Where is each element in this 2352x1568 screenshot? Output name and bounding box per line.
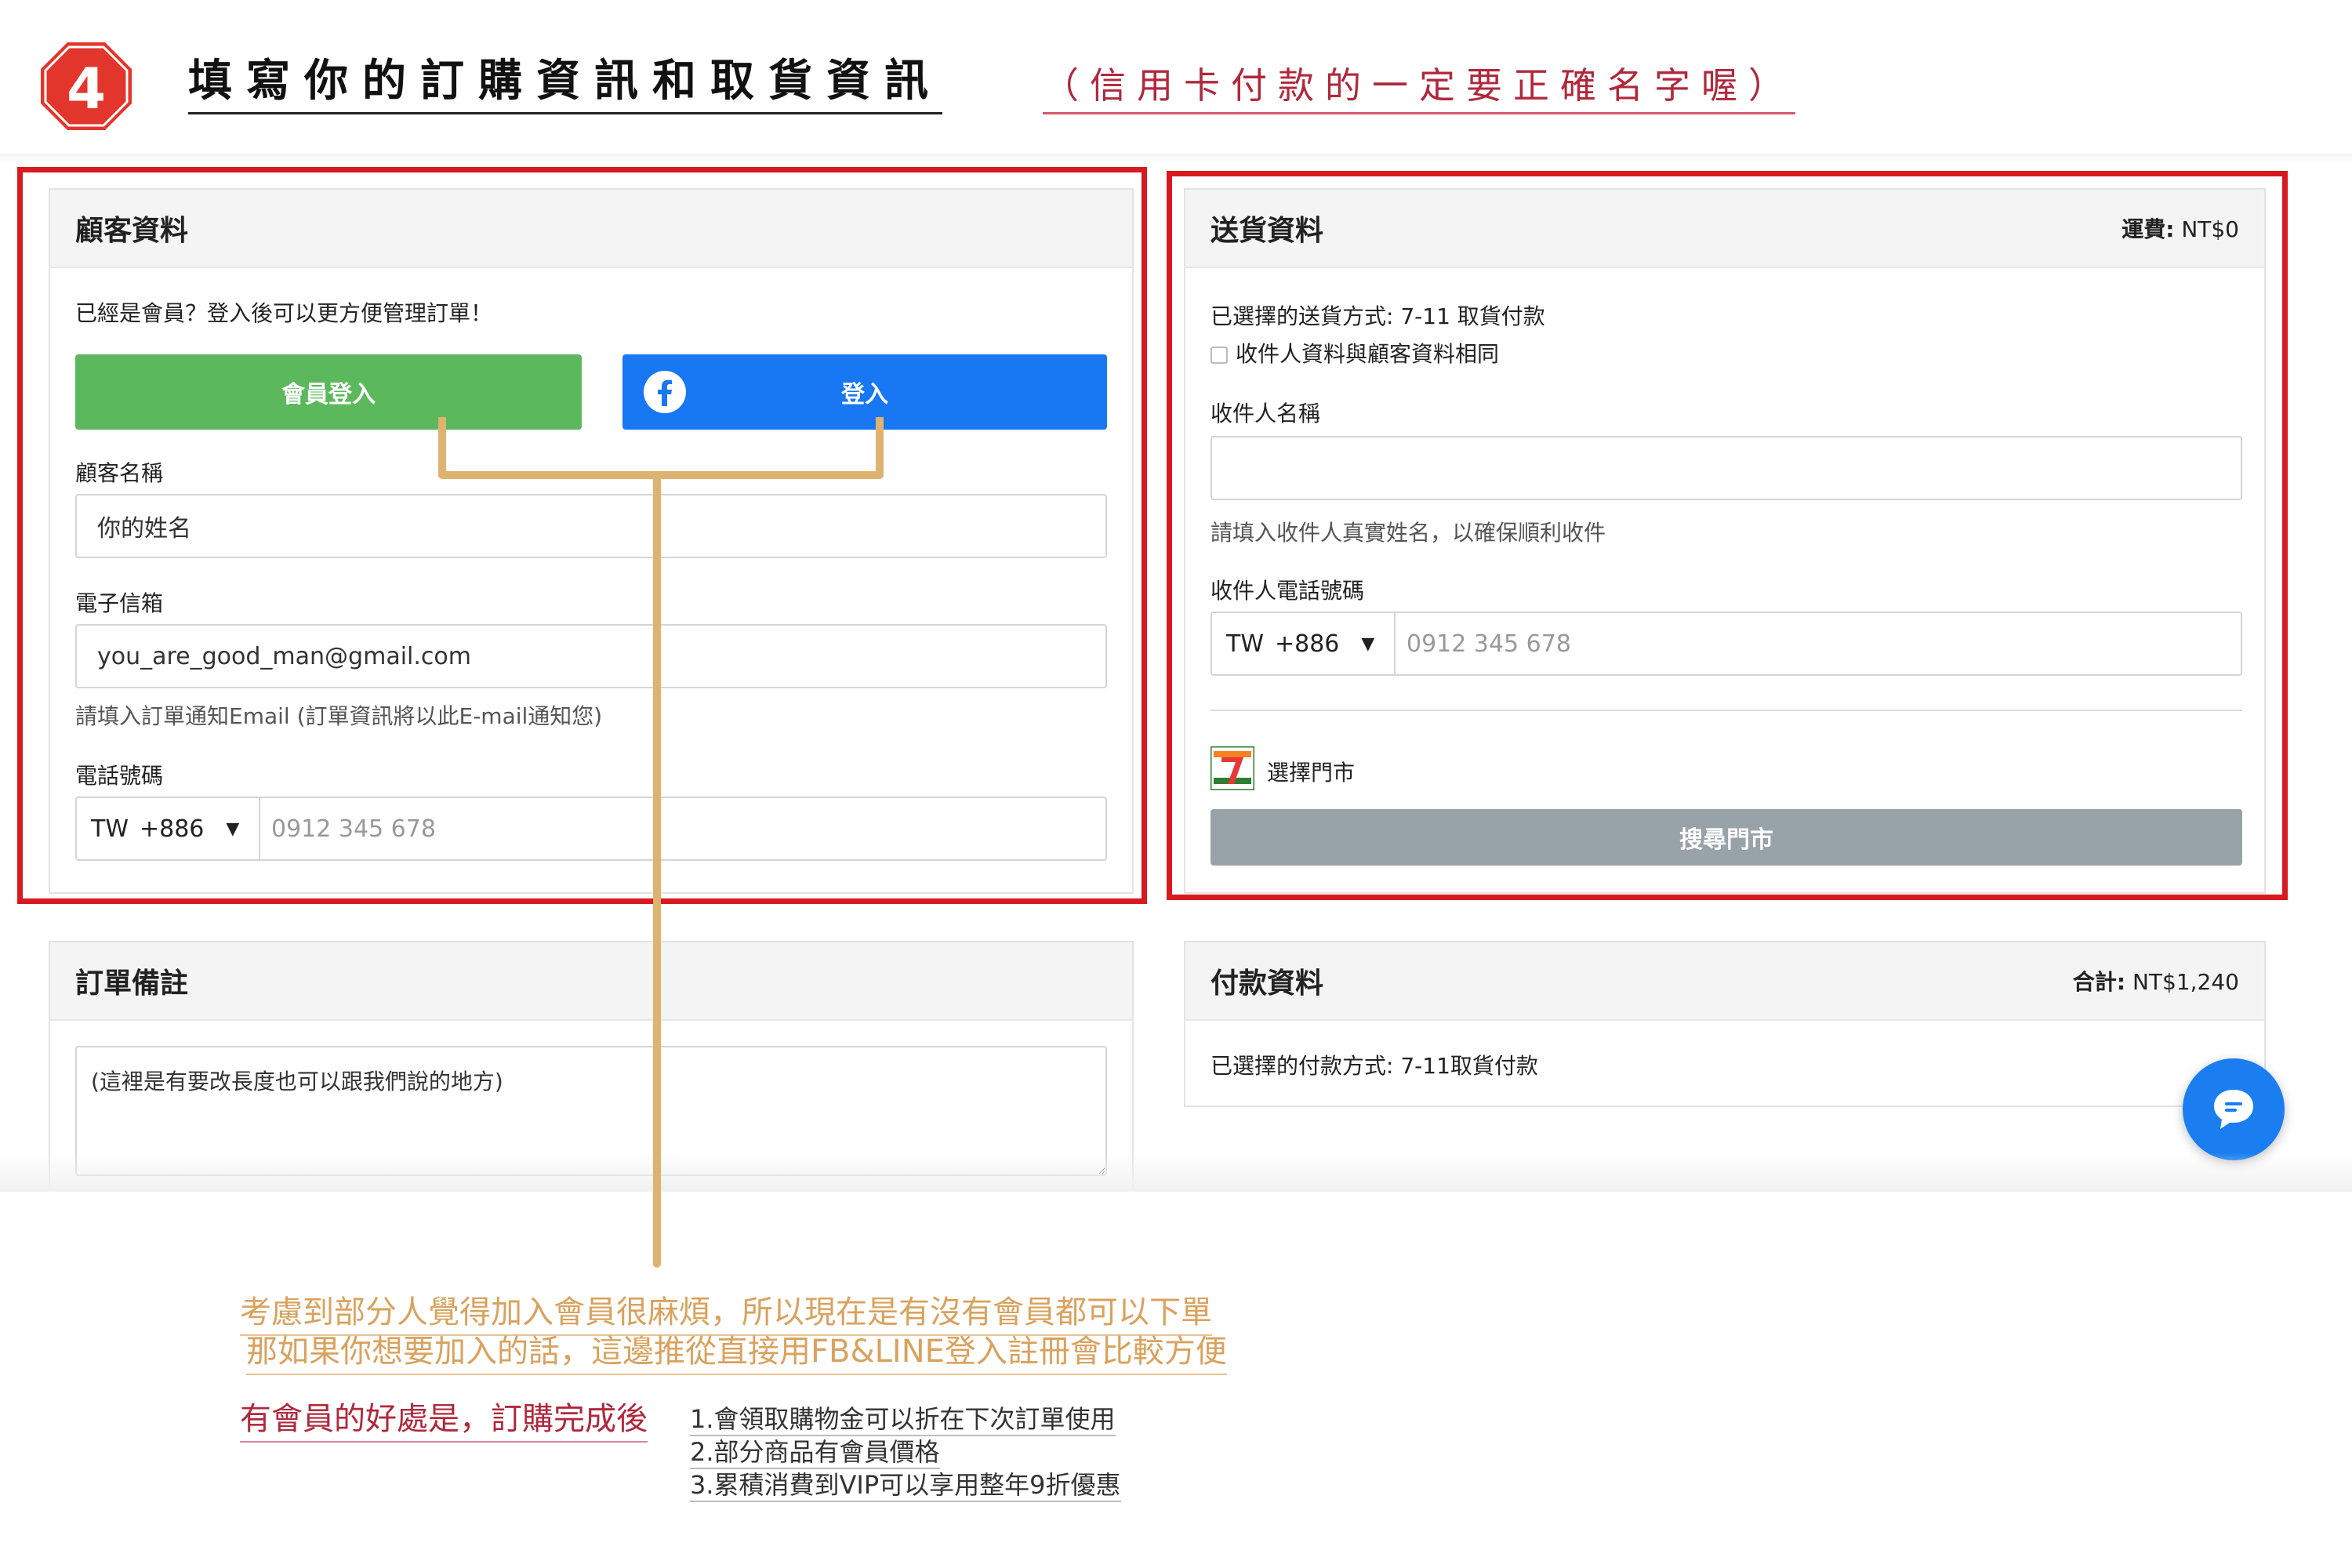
customer-name-field[interactable]: 你的姓名	[75, 494, 1107, 558]
caret-down-icon: ▼	[1361, 633, 1375, 654]
same-as-customer-row[interactable]: 收件人資料與顧客資料相同	[1210, 337, 1499, 368]
chat-button[interactable]	[2183, 1058, 2285, 1160]
search-store-button[interactable]: 搜尋門市	[1210, 809, 2242, 866]
member-login-button[interactable]: 會員登入	[75, 354, 582, 430]
delivery-panel-header: 送貨資料 運費: NT$0	[1185, 190, 2264, 268]
caret-down-icon: ▼	[226, 818, 240, 839]
email-hint: 請填入訂單通知Email (訂單資訊將以此E-mail通知您)	[75, 703, 603, 729]
payment-panel: 付款資料 合計: NT$1,240 已選擇的付款方式: 7-11取貨付款	[1184, 941, 2266, 1107]
customer-name-value: 你的姓名	[97, 515, 191, 543]
recipient-country-code-dial: +886	[1275, 630, 1340, 658]
recipient-phone-input[interactable]	[1405, 629, 2241, 659]
search-store-label: 搜尋門市	[1679, 826, 1773, 854]
email-label: 電子信箱	[75, 590, 164, 616]
phone-number	[260, 798, 1105, 859]
delivery-divider	[1210, 710, 2242, 711]
payment-method: 已選擇的付款方式: 7-11取貨付款	[1210, 1053, 1538, 1079]
octagon-number-icon: 4	[41, 42, 132, 130]
recipient-phone-number	[1396, 613, 2241, 674]
shipping-fee-value: NT$0	[2181, 216, 2239, 242]
country-code-dial: +886	[140, 815, 205, 843]
payment-total-value: NT$1,240	[2132, 969, 2239, 995]
delivery-method: 已選擇的送貨方式: 7-11 取貨付款	[1210, 303, 1545, 329]
delivery-panel-title: 送貨資料	[1210, 215, 1324, 247]
recipient-name-field[interactable]	[1210, 436, 2242, 500]
annotation-line-1: 考慮到部分人覺得加入會員很麻煩，所以現在是有沒有會員都可以下單	[240, 1294, 1212, 1336]
same-as-customer-label: 收件人資料與顧客資料相同	[1236, 341, 1500, 367]
country-code-select[interactable]: TW +886 ▼	[77, 798, 260, 859]
same-as-customer-checkbox[interactable]	[1210, 347, 1228, 364]
order-note-title: 訂單備註	[75, 967, 189, 1000]
step-badge: 4	[39, 41, 133, 132]
annotation-line-2: 那如果你想要加入的話，這邊推從直接用FB&LINE登入註冊會比較方便	[246, 1333, 1227, 1375]
shipping-fee-label: 運費:	[2122, 216, 2175, 242]
facebook-icon	[644, 371, 686, 413]
annotation-benefit-title: 有會員的好處是，訂購完成後	[240, 1400, 648, 1443]
customer-panel: 顧客資料 已經是會員？登入後可以更方便管理訂單！ 會員登入 登入 顧客名稱 你的…	[49, 188, 1134, 894]
step-note: （信用卡付款的一定要正確名字喔）	[1043, 64, 1795, 115]
benefit-item: 1.會領取購物金可以折在下次訂單使用	[690, 1403, 1116, 1436]
payment-header: 付款資料 合計: NT$1,240	[1185, 942, 2264, 1021]
recipient-name-label: 收件人名稱	[1210, 401, 1321, 426]
benefit-item: 3.累積消費到VIP可以享用整年9折優惠	[690, 1469, 1121, 1502]
phone-field: TW +886 ▼	[75, 797, 1107, 861]
facebook-login-button[interactable]: 登入	[622, 354, 1107, 430]
annotation-benefits: 1.會領取購物金可以折在下次訂單使用 2.部分商品有會員價格 3.累積消費到VI…	[690, 1403, 1121, 1502]
screenshot-fade	[0, 1152, 2352, 1192]
payment-title: 付款資料	[1210, 967, 1324, 1000]
customer-panel-header: 顧客資料	[50, 190, 1132, 268]
email-value: you_are_good_man@gmail.com	[97, 642, 471, 670]
step-title: 填寫你的訂購資訊和取貨資訊	[188, 55, 942, 115]
country-code-country: TW	[91, 815, 129, 843]
annotation-area	[0, 1192, 2352, 1568]
order-note-header: 訂單備註	[50, 942, 1132, 1021]
member-login-label: 會員登入	[281, 381, 376, 408]
payment-total: 合計: NT$1,240	[2073, 965, 2239, 996]
payment-total-label: 合計:	[2072, 969, 2126, 995]
shipping-fee: 運費: NT$0	[2122, 212, 2239, 244]
chat-bubble-icon	[2214, 1090, 2253, 1129]
customer-panel-title: 顧客資料	[75, 215, 189, 247]
recipient-country-code-country: TW	[1226, 630, 1264, 658]
seven-eleven-logo	[1210, 746, 1254, 790]
customer-name-label: 顧客名稱	[75, 460, 164, 486]
delivery-panel: 送貨資料 運費: NT$0 已選擇的送貨方式: 7-11 取貨付款 收件人資料與…	[1184, 188, 2266, 894]
step-number: 4	[67, 56, 106, 122]
recipient-name-hint: 請填入收件人真實姓名，以確保順利收件	[1210, 520, 1606, 546]
benefit-item: 2.部分商品有會員價格	[690, 1436, 940, 1469]
recipient-country-code-select[interactable]: TW +886 ▼	[1212, 613, 1396, 674]
recipient-phone-field: TW +886 ▼	[1210, 612, 2242, 676]
facebook-login-label: 登入	[841, 381, 888, 408]
login-prompt: 已經是會員？登入後可以更方便管理訂單！	[75, 300, 493, 326]
select-store-label: 選擇門市	[1267, 760, 1356, 786]
email-field[interactable]: you_are_good_man@gmail.com	[75, 624, 1107, 688]
header-divider	[0, 154, 2352, 163]
phone-number-input[interactable]	[270, 814, 1105, 844]
recipient-phone-label: 收件人電話號碼	[1210, 578, 1365, 604]
phone-label: 電話號碼	[75, 763, 164, 789]
